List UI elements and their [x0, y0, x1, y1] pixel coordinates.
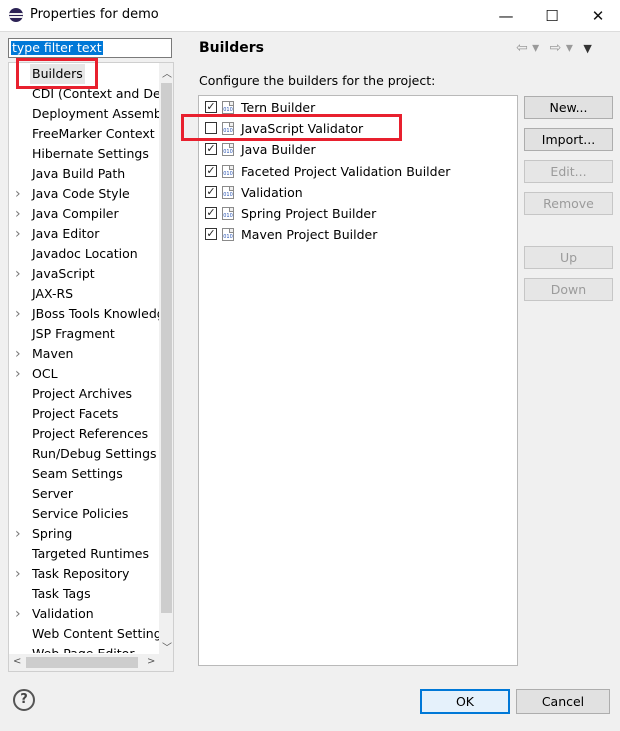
builder-binary-icon: 010 [222, 228, 234, 242]
expand-chevron-icon[interactable]: › [15, 204, 23, 224]
page-navigation: ⇦ ▾ ⇨ ▾ ▼ [516, 40, 592, 56]
expand-chevron-icon[interactable]: › [15, 344, 23, 364]
tree-vertical-scrollbar[interactable]: ︿ ﹀ [159, 63, 173, 655]
tree-item-label: JSP Fragment [32, 326, 115, 341]
tree-item-label: Web Content Settings [32, 626, 159, 641]
forward-arrow-icon[interactable]: ⇨ ▾ [550, 40, 573, 56]
builder-binary-icon: 010 [222, 207, 234, 220]
tree-item-label: FreeMarker Context [32, 126, 155, 141]
builder-label: Spring Project Builder [241, 206, 377, 221]
window-title: Properties for demo [30, 7, 159, 22]
tree-item-label: Spring [32, 526, 73, 541]
tree-item-label: Java Code Style [32, 186, 130, 201]
tree-item-label: Web Page Editor [32, 644, 134, 653]
view-menu-icon[interactable]: ▼ [583, 42, 591, 55]
scroll-left-icon[interactable]: < [13, 656, 21, 667]
down-button[interactable]: Down [524, 278, 613, 301]
filter-text: type filter text [11, 40, 103, 55]
tree-list: Builders CDI (Context and Dep Deployment A… [9, 63, 159, 653]
tree-item-label: Java Compiler [32, 206, 119, 221]
builder-checkbox[interactable]: ✓ [205, 164, 217, 177]
builder-checkbox[interactable]: ✓ [205, 185, 217, 198]
builder-binary-icon: 010 [222, 185, 234, 199]
tree-item-label: Project Facets [32, 406, 119, 421]
expand-chevron-icon[interactable]: › [15, 604, 23, 624]
maximize-button[interactable]: ☐ [530, 0, 574, 31]
builders-list: ✓ 010 Tern Builder 010 JavaScript Validator ✓… [198, 95, 518, 666]
scroll-thumb[interactable] [161, 83, 172, 613]
up-button[interactable]: Up [524, 246, 613, 269]
scroll-down-icon[interactable]: ﹀ [162, 639, 172, 654]
builder-checkbox[interactable]: ✓ [205, 207, 217, 219]
expand-chevron-icon[interactable]: › [15, 224, 23, 244]
tree-item-label: Project References [32, 426, 149, 441]
builder-label: Faceted Project Validation Builder [241, 163, 451, 179]
expand-chevron-icon[interactable]: › [15, 264, 23, 284]
expand-chevron-icon[interactable]: › [15, 184, 23, 204]
tree-item-label: JBoss Tools Knowledg [32, 306, 159, 321]
tree-item-label: OCL [32, 366, 58, 381]
ok-button[interactable]: OK [420, 689, 510, 714]
page-title: Builders [199, 40, 264, 56]
tree-item-label: Seam Settings [32, 466, 123, 481]
close-button[interactable]: ✕ [576, 0, 620, 31]
builder-checkbox[interactable]: ✓ [205, 228, 217, 241]
tree-item-label: JavaScript [32, 266, 95, 281]
tree-item-label: Service Policies [32, 506, 129, 521]
builder-label: Validation [241, 184, 303, 200]
tree-item-label: Maven [32, 346, 74, 361]
builder-checkbox[interactable]: ✓ [205, 101, 217, 113]
tree-horizontal-scrollbar[interactable]: < > [9, 654, 173, 671]
help-icon[interactable]: ? [13, 689, 35, 711]
tree-item-label: Task Tags [32, 586, 91, 601]
hscroll-thumb[interactable] [26, 657, 138, 668]
builder-binary-icon: 010 [222, 143, 234, 157]
tree-item-label: Hibernate Settings [32, 146, 149, 161]
tree-item-label: JAX-RS [32, 286, 74, 301]
expand-chevron-icon[interactable]: › [15, 564, 23, 584]
builder-checkbox[interactable]: ✓ [205, 143, 217, 156]
title-bar: Properties for demo — ☐ ✕ [0, 0, 620, 32]
tree-item-label: Project Archives [32, 386, 133, 401]
eclipse-icon [9, 8, 23, 22]
filter-input[interactable]: type filter text [8, 38, 172, 58]
tree-item-label: Javadoc Location [32, 246, 138, 261]
expand-chevron-icon[interactable]: › [15, 364, 23, 384]
builder-binary-icon: 010 [222, 101, 234, 114]
expand-chevron-icon[interactable]: › [15, 304, 23, 324]
remove-button[interactable]: Remove [524, 192, 613, 215]
tree-item-label: Java Build Path [32, 166, 126, 181]
properties-tree[interactable]: Builders CDI (Context and Dep Deployment A… [8, 62, 174, 672]
tree-item-label: Task Repository [32, 566, 130, 581]
builders-description: Configure the builders for the project: [199, 73, 436, 88]
minimize-button[interactable]: — [484, 0, 528, 31]
scroll-up-icon[interactable]: ︿ [162, 65, 172, 80]
tree-item-label: Java Editor [32, 226, 100, 241]
scroll-right-icon[interactable]: > [147, 656, 155, 667]
builder-binary-icon: 010 [222, 164, 234, 178]
tree-item-label: Validation [32, 606, 94, 621]
back-arrow-icon[interactable]: ⇦ ▾ [516, 40, 539, 56]
tree-item-label: Targeted Runtimes [32, 546, 149, 561]
cancel-button[interactable]: Cancel [516, 689, 610, 714]
expand-chevron-icon[interactable]: › [15, 524, 23, 544]
tree-item-label: Server [32, 486, 73, 501]
highlight-builders [16, 58, 98, 89]
tree-item-label: Run/Debug Settings [32, 446, 157, 461]
builder-label: Maven Project Builder [241, 227, 378, 243]
new-button[interactable]: New... [524, 96, 613, 119]
builder-label: Java Builder [241, 142, 316, 158]
tree-item-label: Deployment Assembly [32, 106, 159, 121]
highlight-javascript-validator [181, 114, 402, 141]
import-button[interactable]: Import... [524, 128, 613, 151]
edit-button[interactable]: Edit... [524, 160, 613, 183]
